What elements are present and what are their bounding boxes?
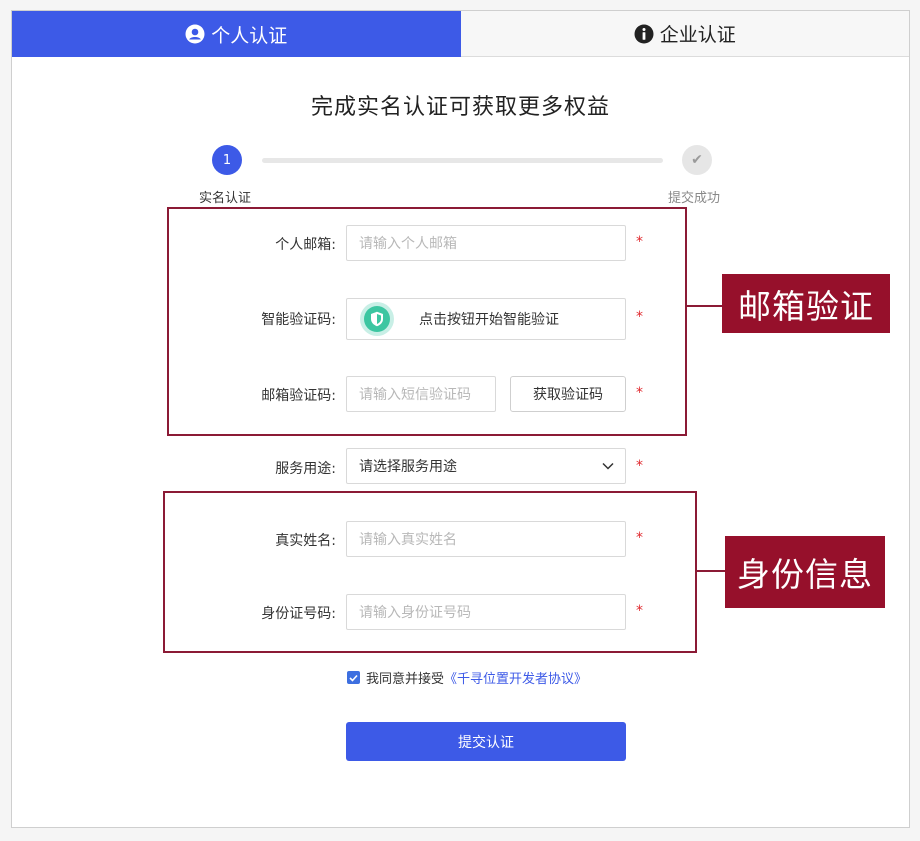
step-2-label: 提交成功 <box>668 191 721 206</box>
step-2-check-icon: ✔ <box>682 145 712 175</box>
tab-label: 个人认证 <box>211 24 288 47</box>
chevron-down-icon <box>602 462 614 470</box>
info-circle-icon <box>634 24 654 43</box>
agreement-row: 我同意并接受 《千寻位置开发者协议》 <box>347 668 587 687</box>
agreement-checkbox[interactable] <box>347 671 360 684</box>
tab-bar: 个人认证 企业认证 <box>12 11 909 57</box>
step-1-indicator: 1 <box>212 145 242 175</box>
tab-label: 企业认证 <box>659 24 736 46</box>
identity-section-connector <box>697 570 725 572</box>
agreement-link[interactable]: 《千寻位置开发者协议》 <box>444 668 587 687</box>
email-section-tag: 邮箱验证 <box>722 274 890 333</box>
identity-section-tag: 身份信息 <box>725 536 885 608</box>
email-section-connector <box>687 305 722 307</box>
checkmark-icon <box>349 674 358 682</box>
page-title: 完成实名认证可获取更多权益 <box>310 95 610 120</box>
identity-section-highlight <box>163 491 697 653</box>
user-circle-icon <box>185 24 205 44</box>
step-1-label: 实名认证 <box>199 191 252 206</box>
submit-button[interactable]: 提交认证 <box>346 722 626 761</box>
service-usage-value: 请选择服务用途 <box>359 459 457 475</box>
email-section-highlight <box>167 207 687 436</box>
tab-personal-verification[interactable]: 个人认证 <box>12 11 461 57</box>
service-usage-select[interactable]: 请选择服务用途 <box>346 448 626 484</box>
required-mark: * <box>636 458 643 474</box>
agreement-prefix: 我同意并接受 <box>366 672 445 687</box>
tab-enterprise-verification[interactable]: 企业认证 <box>460 11 909 57</box>
service-usage-label: 服务用途: <box>275 461 336 477</box>
progress-track <box>262 158 663 163</box>
